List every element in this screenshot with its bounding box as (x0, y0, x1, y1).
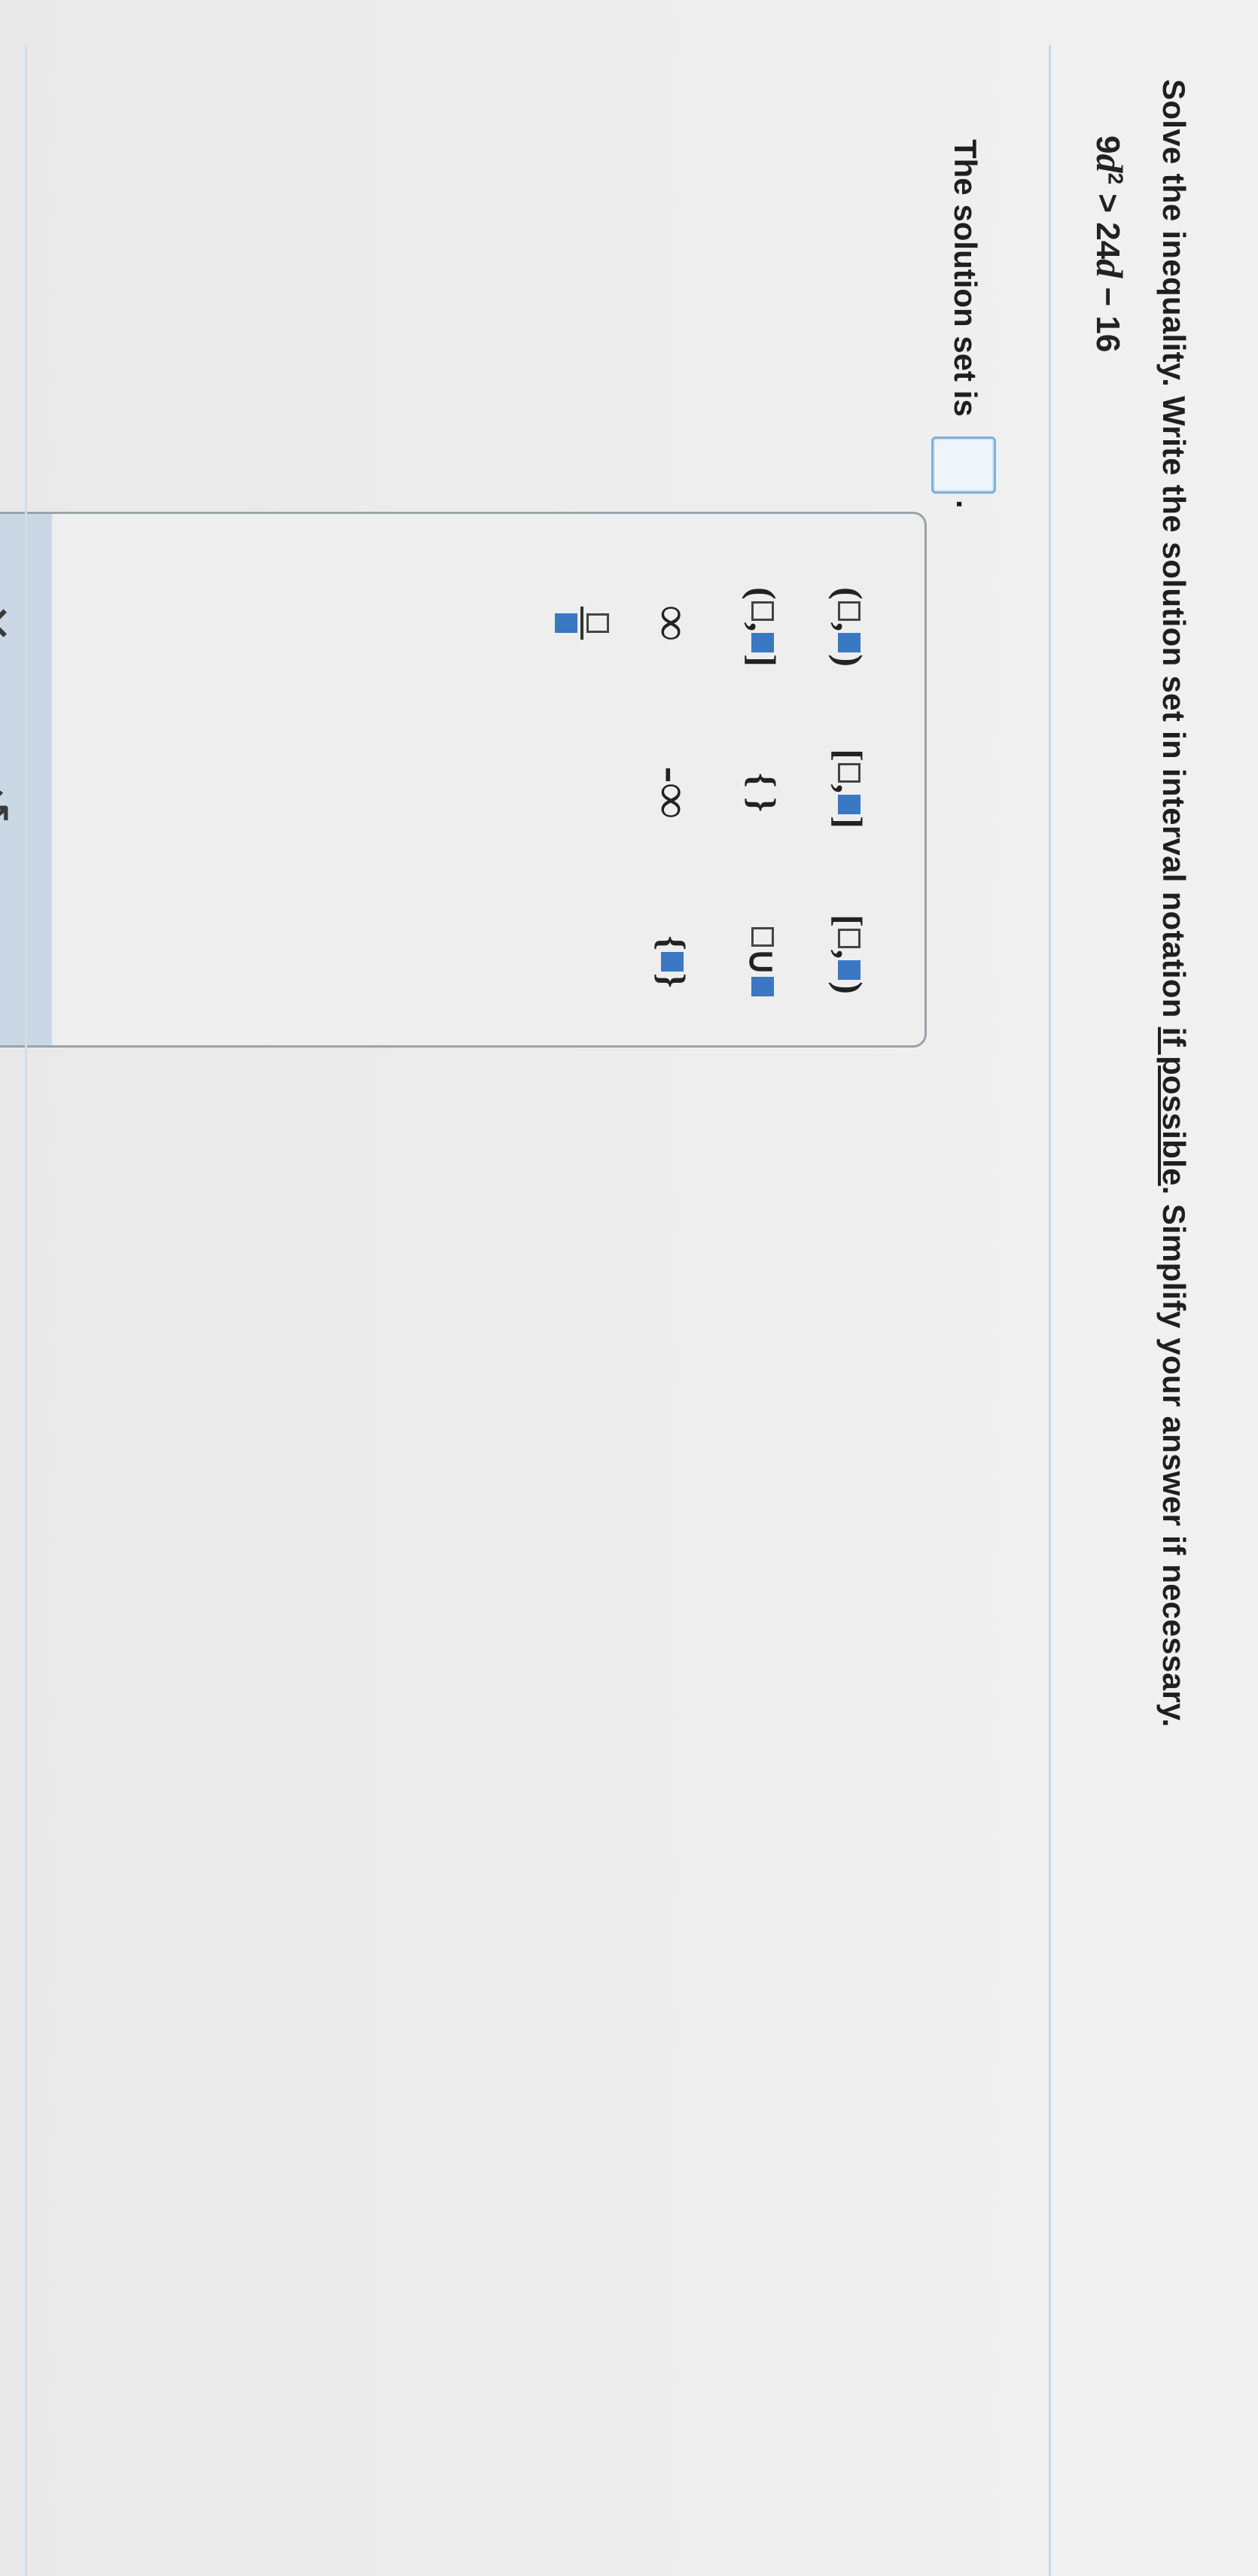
close-icon: ✕ (0, 603, 20, 643)
undo-icon: ↺ (0, 783, 20, 824)
question-page: Solve the inequality. Write the solution… (0, 0, 1258, 2576)
answer-period: . (950, 500, 985, 509)
inequality-equation: 9d2 > 24d − 16 (1089, 135, 1131, 353)
if-possible-link[interactable]: if possible (1156, 1027, 1192, 1186)
fraction-button[interactable] (537, 582, 627, 665)
closed-closed-interval-button[interactable]: [,] (815, 717, 883, 860)
union-button[interactable]: ∪ (729, 905, 797, 1018)
question-instruction: Solve the inequality. Write the solution… (1156, 79, 1192, 1728)
section-divider (1049, 45, 1051, 2576)
open-closed-interval-button[interactable]: (,] (729, 555, 797, 698)
math-palette: (,) [,] [,) (,] { } ∪ ∞ -∞ {} (0, 512, 927, 1048)
answer-input[interactable] (931, 436, 996, 494)
answer-prompt: The solution set is (948, 139, 983, 417)
empty-set-button[interactable]: { } (729, 747, 797, 838)
negative-infinity-button[interactable]: -∞ (638, 740, 706, 845)
bottom-divider (25, 45, 27, 2576)
closed-open-interval-button[interactable]: [,) (815, 883, 883, 1026)
open-open-interval-button[interactable]: (,) (815, 555, 883, 698)
set-braces-button[interactable]: {} (638, 913, 706, 1011)
infinity-button[interactable]: ∞ (638, 582, 706, 665)
